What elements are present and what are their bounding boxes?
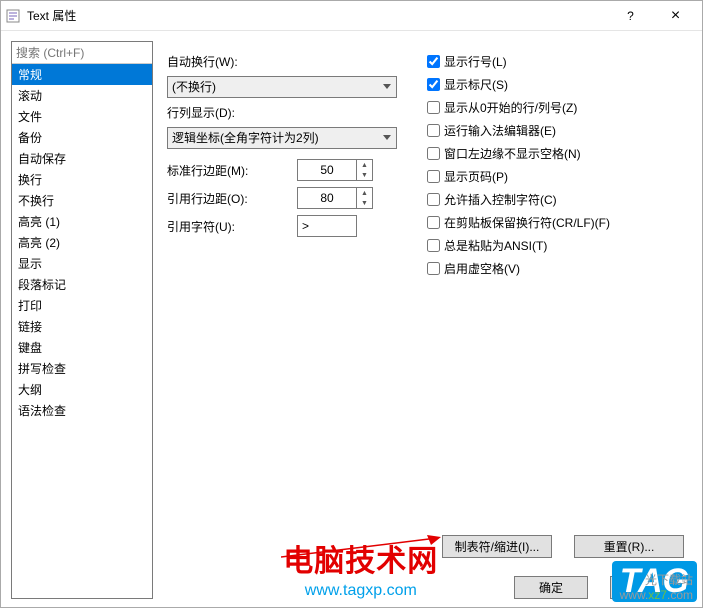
dialog-window: Text 属性 ? × 常规滚动文件备份自动保存换行不换行高亮 (1)高亮 (2… <box>0 0 703 608</box>
checkbox-label: 显示页码(P) <box>444 168 508 185</box>
checkbox-row[interactable]: 启用虚空格(V) <box>427 260 610 277</box>
dialog-body: 常规滚动文件备份自动保存换行不换行高亮 (1)高亮 (2)显示段落标记打印链接键… <box>1 31 702 607</box>
sidebar-item[interactable]: 键盘 <box>12 337 152 358</box>
settings-panel: 自动换行(W): (不换行) 行列显示(D): 逻辑坐标(全角字符计为2列) 标… <box>167 41 692 599</box>
normal-margin-stepper[interactable]: ▲▼ <box>297 159 373 181</box>
cancel-button[interactable]: 取消 <box>610 576 684 599</box>
ok-button[interactable]: 确定 <box>514 576 588 599</box>
sidebar-item[interactable]: 大纲 <box>12 379 152 400</box>
checkbox-row[interactable]: 运行输入法编辑器(E) <box>427 122 610 139</box>
sidebar-item[interactable]: 链接 <box>12 316 152 337</box>
quote-margin-input[interactable] <box>297 187 357 209</box>
checkbox-input[interactable] <box>427 216 440 229</box>
sidebar-item[interactable]: 换行 <box>12 169 152 190</box>
reset-button[interactable]: 重置(R)... <box>574 535 684 558</box>
sidebar-item[interactable]: 高亮 (2) <box>12 232 152 253</box>
search-box <box>12 42 152 64</box>
titlebar: Text 属性 ? × <box>1 1 702 31</box>
spin-up-icon: ▲ <box>357 188 372 198</box>
checkbox-input[interactable] <box>427 124 440 137</box>
spin-down-icon: ▼ <box>357 198 372 208</box>
checkbox-input[interactable] <box>427 170 440 183</box>
tabs-indent-button[interactable]: 制表符/缩进(I)... <box>442 535 552 558</box>
autowrap-select[interactable]: (不换行) <box>167 76 397 98</box>
checkbox-label: 显示标尺(S) <box>444 76 508 93</box>
normal-margin-label: 标准行边距(M): <box>167 162 297 179</box>
checkbox-input[interactable] <box>427 239 440 252</box>
spinner-buttons[interactable]: ▲▼ <box>357 187 373 209</box>
spin-down-icon: ▼ <box>357 170 372 180</box>
sidebar-item[interactable]: 拼写检查 <box>12 358 152 379</box>
rowcol-value: 逻辑坐标(全角字符计为2列) <box>167 127 397 149</box>
checkbox-row[interactable]: 显示行号(L) <box>427 53 610 70</box>
sidebar-item[interactable]: 不换行 <box>12 190 152 211</box>
quote-margin-label: 引用行边距(O): <box>167 190 297 207</box>
close-button[interactable]: × <box>653 1 698 31</box>
checkbox-label: 启用虚空格(V) <box>444 260 520 277</box>
checkbox-label: 窗口左边缘不显示空格(N) <box>444 145 581 162</box>
footer: 制表符/缩进(I)... 重置(R)... 确定 取消 <box>442 535 684 599</box>
checkbox-row[interactable]: 显示从0开始的行/列号(Z) <box>427 99 610 116</box>
checkbox-row[interactable]: 总是粘贴为ANSI(T) <box>427 237 610 254</box>
checkbox-label: 显示从0开始的行/列号(Z) <box>444 99 577 116</box>
checkbox-input[interactable] <box>427 193 440 206</box>
sidebar-item[interactable]: 常规 <box>12 64 152 85</box>
sidebar-item[interactable]: 备份 <box>12 127 152 148</box>
checkbox-label: 允许插入控制字符(C) <box>444 191 557 208</box>
sidebar-item[interactable]: 语法检查 <box>12 400 152 421</box>
app-icon <box>5 8 21 24</box>
checkbox-row[interactable]: 窗口左边缘不显示空格(N) <box>427 145 610 162</box>
normal-margin-input[interactable] <box>297 159 357 181</box>
quote-char-label: 引用字符(U): <box>167 218 297 235</box>
checkbox-input[interactable] <box>427 147 440 160</box>
sidebar-item[interactable]: 段落标记 <box>12 274 152 295</box>
rowcol-label: 行列显示(D): <box>167 104 277 121</box>
checkbox-row[interactable]: 在剪贴板保留换行符(CR/LF)(F) <box>427 214 610 231</box>
sidebar-item[interactable]: 高亮 (1) <box>12 211 152 232</box>
checkbox-label: 在剪贴板保留换行符(CR/LF)(F) <box>444 214 610 231</box>
search-input[interactable] <box>12 42 152 63</box>
checkbox-row[interactable]: 允许插入控制字符(C) <box>427 191 610 208</box>
checkbox-input[interactable] <box>427 55 440 68</box>
window-title: Text 属性 <box>27 7 608 24</box>
quote-char-input[interactable] <box>297 215 357 237</box>
sidebar-item[interactable]: 文件 <box>12 106 152 127</box>
autowrap-value: (不换行) <box>167 76 397 98</box>
sidebar-item[interactable]: 滚动 <box>12 85 152 106</box>
quote-margin-stepper[interactable]: ▲▼ <box>297 187 373 209</box>
category-list[interactable]: 常规滚动文件备份自动保存换行不换行高亮 (1)高亮 (2)显示段落标记打印链接键… <box>12 64 152 598</box>
checkbox-group: 显示行号(L) 显示标尺(S) 显示从0开始的行/列号(Z) 运行输入法编辑器(E) 窗… <box>427 53 610 277</box>
autowrap-label: 自动换行(W): <box>167 53 277 70</box>
spinner-buttons[interactable]: ▲▼ <box>357 159 373 181</box>
sidebar-item[interactable]: 显示 <box>12 253 152 274</box>
sidebar-item[interactable]: 自动保存 <box>12 148 152 169</box>
checkbox-input[interactable] <box>427 78 440 91</box>
checkbox-input[interactable] <box>427 101 440 114</box>
sidebar: 常规滚动文件备份自动保存换行不换行高亮 (1)高亮 (2)显示段落标记打印链接键… <box>11 41 153 599</box>
checkbox-label: 显示行号(L) <box>444 53 507 70</box>
checkbox-label: 运行输入法编辑器(E) <box>444 122 556 139</box>
sidebar-item[interactable]: 打印 <box>12 295 152 316</box>
checkbox-label: 总是粘贴为ANSI(T) <box>444 237 547 254</box>
spin-up-icon: ▲ <box>357 160 372 170</box>
help-button[interactable]: ? <box>608 1 653 31</box>
checkbox-input[interactable] <box>427 262 440 275</box>
checkbox-row[interactable]: 显示标尺(S) <box>427 76 610 93</box>
checkbox-row[interactable]: 显示页码(P) <box>427 168 610 185</box>
rowcol-select[interactable]: 逻辑坐标(全角字符计为2列) <box>167 127 397 149</box>
